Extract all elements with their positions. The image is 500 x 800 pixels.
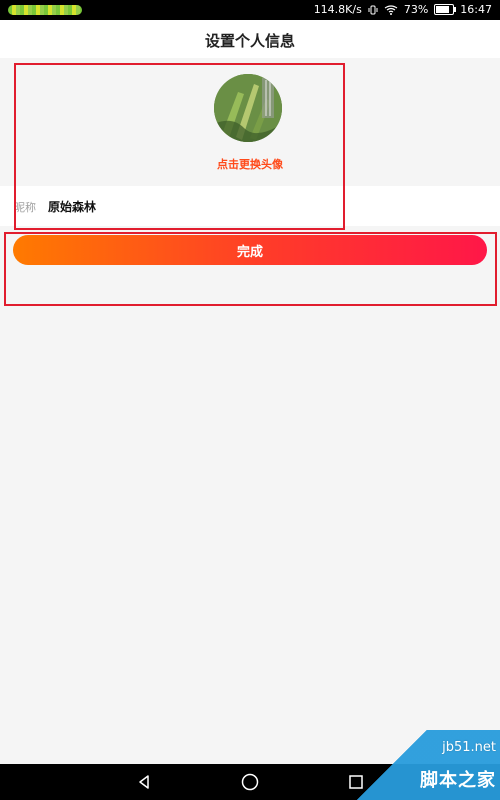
home-icon: [241, 773, 259, 791]
battery-icon: [434, 4, 457, 15]
header: 设置个人信息: [0, 20, 500, 58]
watermark-name: 脚本之家: [420, 770, 496, 791]
back-icon: [139, 775, 149, 789]
clock: 16:47: [460, 3, 492, 16]
home-button[interactable]: [239, 771, 261, 793]
network-speed: 114.8K/s: [313, 3, 362, 16]
annotation-box-bottom: [4, 232, 497, 306]
watermark-site: jb51.net: [442, 740, 496, 755]
vibrate-icon: [368, 5, 378, 15]
status-right: 114.8K/s 73% 16:47: [314, 3, 492, 16]
watermark: jb51.net 脚本之家: [346, 730, 500, 800]
status-scribble: [8, 5, 82, 15]
battery-percent: 73%: [403, 3, 429, 16]
page-title: 设置个人信息: [204, 32, 295, 50]
wifi-icon: [384, 4, 398, 15]
status-bar: 114.8K/s 73% 16:47: [0, 0, 500, 20]
back-button[interactable]: [133, 771, 155, 793]
annotation-box-top: [14, 63, 345, 230]
